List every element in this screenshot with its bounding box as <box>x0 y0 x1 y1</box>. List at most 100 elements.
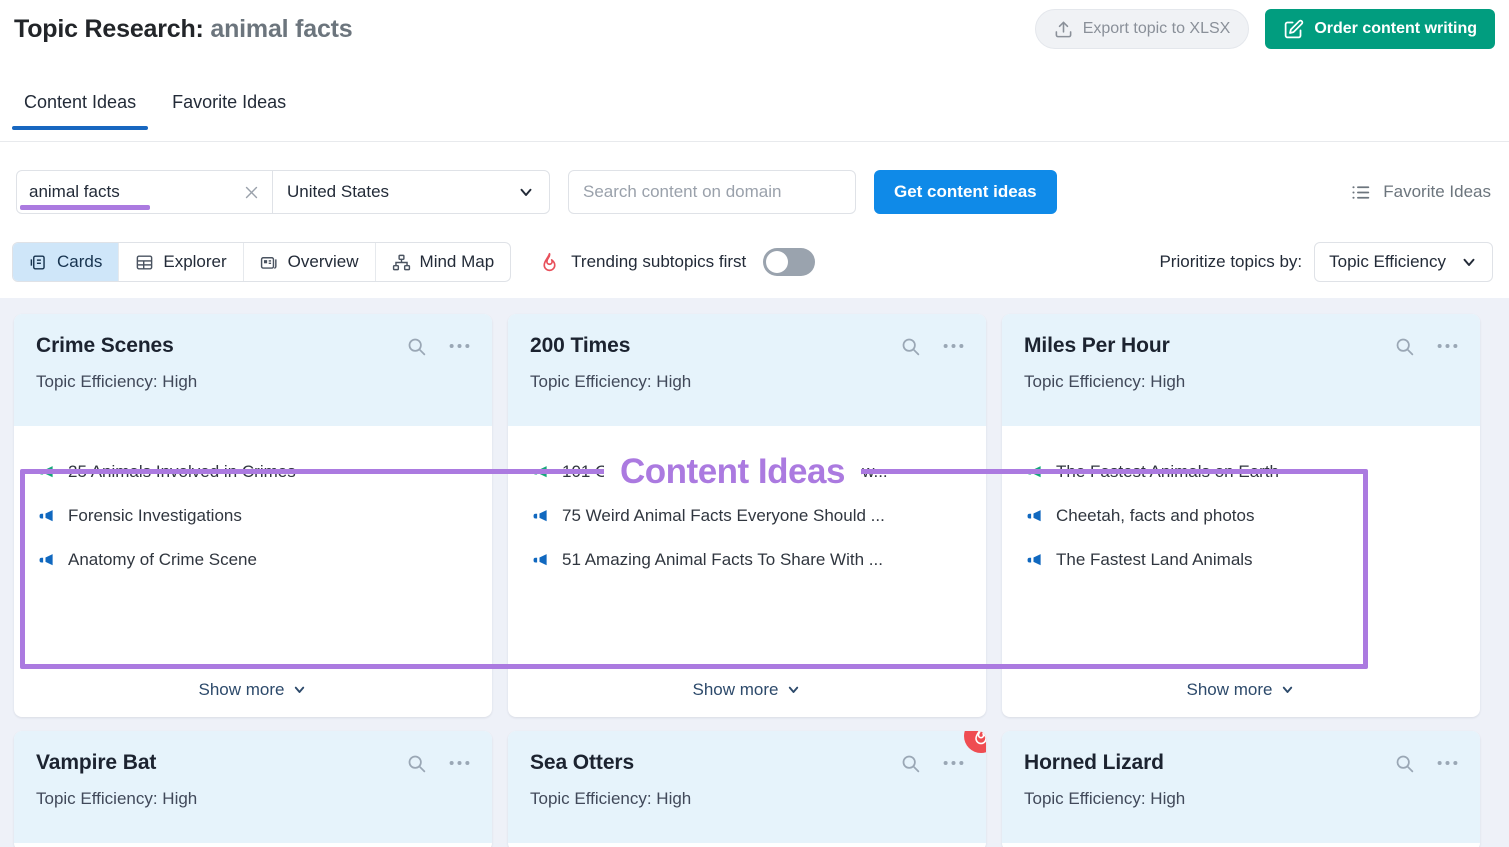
topic-card-subtitle: Topic Efficiency: High <box>36 789 470 809</box>
topic-card-title: Crime Scenes <box>36 334 174 358</box>
list-item-label: 51 Amazing Animal Facts To Share With ..… <box>562 550 883 570</box>
chevron-down-icon <box>1280 682 1295 697</box>
topic-card[interactable]: Sea Otters Topic Efficiency: High <box>508 731 986 847</box>
view-mode-mind-map[interactable]: Mind Map <box>376 243 511 281</box>
list-item[interactable]: 75 Weird Animal Facts Everyone Should ..… <box>530 494 964 538</box>
ellipsis-icon[interactable] <box>943 343 964 349</box>
search-icon[interactable] <box>406 753 427 774</box>
country-select-value: United States <box>287 182 389 202</box>
tab-bar: Content Ideas Favorite Ideas <box>0 92 1509 142</box>
domain-search-input[interactable]: Search content on domain <box>568 170 856 214</box>
topic-card[interactable]: Horned Lizard Topic Efficiency: High <box>1002 731 1480 847</box>
export-topic-button[interactable]: Export topic to XLSX <box>1035 9 1250 49</box>
search-icon[interactable] <box>900 753 921 774</box>
list-item-label: The Fastest Land Animals <box>1056 550 1253 570</box>
get-content-ideas-button[interactable]: Get content ideas <box>874 170 1057 214</box>
topic-card-subtitle: Topic Efficiency: High <box>530 372 964 392</box>
list-item[interactable]: 25 Animals Involved in Crimes <box>36 450 470 494</box>
tab-favorite-ideas-label: Favorite Ideas <box>172 92 286 112</box>
close-icon[interactable] <box>243 184 260 201</box>
ellipsis-icon[interactable] <box>1437 343 1458 349</box>
show-more-label: Show more <box>693 680 779 700</box>
ellipsis-icon[interactable] <box>943 760 964 766</box>
favorite-ideas-link-label: Favorite Ideas <box>1383 182 1491 202</box>
chevron-down-icon <box>292 682 307 697</box>
list-item[interactable]: The Fastest Land Animals <box>1024 538 1458 582</box>
edit-square-icon <box>1283 19 1304 40</box>
list-item[interactable]: Forensic Investigations <box>36 494 470 538</box>
chevron-down-icon <box>1460 253 1478 271</box>
prioritize-select[interactable]: Topic Efficiency <box>1314 242 1493 282</box>
view-mode-overview[interactable]: Overview <box>244 243 376 281</box>
show-more-button[interactable]: Show more <box>14 661 492 717</box>
ellipsis-icon[interactable] <box>449 760 470 766</box>
ellipsis-icon[interactable] <box>1437 760 1458 766</box>
annotation-keyword-underline <box>20 205 150 210</box>
topic-card-ideas: The Fastest Animals on Earth Cheetah, fa… <box>1002 426 1480 661</box>
topic-card[interactable]: Crime Scenes Topic Efficiency: High <box>14 314 492 717</box>
show-more-button[interactable]: Show more <box>508 661 986 717</box>
show-more-label: Show more <box>199 680 285 700</box>
search-icon[interactable] <box>1394 336 1415 357</box>
view-mode-cards-label: Cards <box>57 252 102 272</box>
topic-card-subtitle: Topic Efficiency: High <box>1024 789 1458 809</box>
megaphone-icon <box>1024 507 1043 526</box>
page-title-keyword: animal facts <box>210 15 352 43</box>
topic-card-title: Vampire Bat <box>36 751 156 775</box>
page-title: Topic Research: animal facts <box>14 15 353 44</box>
ellipsis-icon[interactable] <box>449 343 470 349</box>
mindmap-icon <box>392 253 411 272</box>
list-item[interactable]: Anatomy of Crime Scene <box>36 538 470 582</box>
order-content-writing-label: Order content writing <box>1314 20 1477 38</box>
tab-content-ideas[interactable]: Content Ideas <box>12 92 148 129</box>
table-icon <box>135 253 154 272</box>
megaphone-icon <box>530 551 549 570</box>
megaphone-icon <box>36 551 55 570</box>
list-item-label: The Fastest Animals on Earth <box>1056 462 1279 482</box>
view-mode-explorer[interactable]: Explorer <box>119 243 243 281</box>
view-mode-cards[interactable]: Cards <box>13 243 119 281</box>
list-item-label: 75 Weird Animal Facts Everyone Should ..… <box>562 506 885 526</box>
domain-search-placeholder: Search content on domain <box>583 182 781 202</box>
search-icon[interactable] <box>900 336 921 357</box>
topic-card[interactable]: Miles Per Hour Topic Efficiency: High <box>1002 314 1480 717</box>
get-content-ideas-label: Get content ideas <box>894 182 1037 202</box>
topic-card-subtitle: Topic Efficiency: High <box>1024 372 1458 392</box>
topic-card-title: Horned Lizard <box>1024 751 1164 775</box>
topic-card-title: Sea Otters <box>530 751 634 775</box>
search-icon[interactable] <box>406 336 427 357</box>
view-mode-explorer-label: Explorer <box>163 252 226 272</box>
tab-content-ideas-label: Content Ideas <box>24 92 136 112</box>
topic-card[interactable]: Vampire Bat Topic Efficiency: High <box>14 731 492 847</box>
trending-subtopics-label: Trending subtopics first <box>571 252 746 272</box>
search-icon[interactable] <box>1394 753 1415 774</box>
list-item-label: Cheetah, facts and photos <box>1056 506 1254 526</box>
topic-card-header: 200 Times Topic Efficiency: High <box>508 314 986 426</box>
list-item-label: 25 Animals Involved in Crimes <box>68 462 296 482</box>
topic-card[interactable]: 200 Times Topic Efficiency: High <box>508 314 986 717</box>
megaphone-icon <box>530 507 549 526</box>
view-mode-overview-label: Overview <box>288 252 359 272</box>
topic-card-subtitle: Topic Efficiency: High <box>530 789 964 809</box>
annotation-content-ideas-label: Content Ideas <box>604 450 861 494</box>
view-mode-mind-map-label: Mind Map <box>420 252 495 272</box>
filter-row: animal facts United States Search conten… <box>0 168 1509 216</box>
country-select[interactable]: United States <box>273 171 549 213</box>
cards-icon <box>29 253 48 272</box>
topic-card-header: Sea Otters Topic Efficiency: High <box>508 731 986 843</box>
content-ideas-cards: Crime Scenes Topic Efficiency: High <box>0 298 1509 847</box>
list-item[interactable]: Cheetah, facts and photos <box>1024 494 1458 538</box>
list-item[interactable]: The Fastest Animals on Earth <box>1024 450 1458 494</box>
list-icon <box>1350 182 1371 203</box>
tab-favorite-ideas[interactable]: Favorite Ideas <box>160 92 298 129</box>
topic-card-subtitle: Topic Efficiency: High <box>36 372 470 392</box>
overview-icon <box>260 253 279 272</box>
topic-card-ideas: 25 Animals Involved in Crimes Forensic I… <box>14 426 492 661</box>
favorite-ideas-link[interactable]: Favorite Ideas <box>1350 182 1491 203</box>
show-more-button[interactable]: Show more <box>1002 661 1480 717</box>
megaphone-icon <box>1024 551 1043 570</box>
order-content-writing-button[interactable]: Order content writing <box>1265 9 1495 49</box>
trending-subtopics-toggle[interactable] <box>763 248 815 276</box>
page-title-prefix: Topic Research: <box>14 15 204 43</box>
list-item[interactable]: 51 Amazing Animal Facts To Share With ..… <box>530 538 964 582</box>
